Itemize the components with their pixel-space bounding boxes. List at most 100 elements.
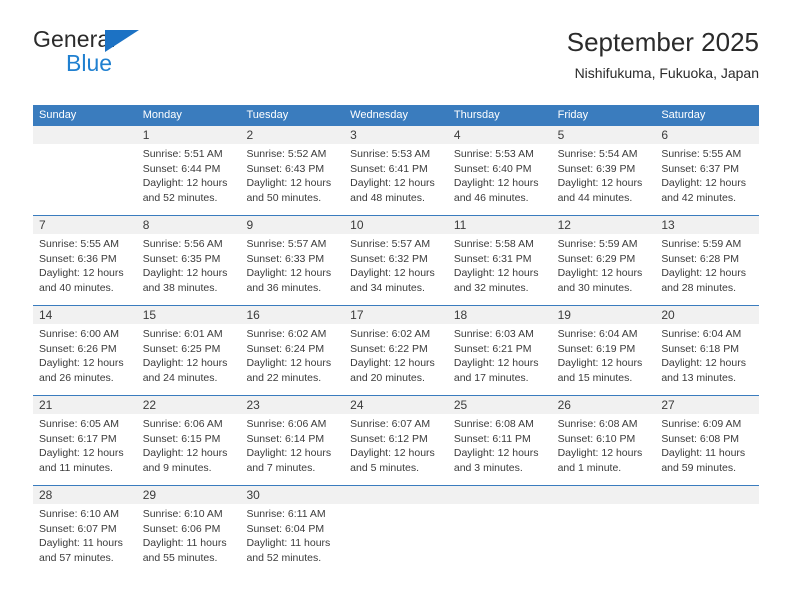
day-cell[interactable]: Sunrise: 6:03 AM Sunset: 6:21 PM Daylight:… <box>448 324 552 395</box>
day-number[interactable]: 20 <box>655 306 759 324</box>
week-detail-band: Sunrise: 6:00 AM Sunset: 6:26 PM Daylight:… <box>33 324 759 395</box>
sunset-text: Sunset: 6:32 PM <box>350 252 428 265</box>
logo-text-general: General <box>33 26 116 52</box>
general-blue-logo[interactable]: General Blue <box>33 26 253 88</box>
day-cell[interactable]: Sunrise: 5:53 AM Sunset: 6:41 PM Daylight:… <box>344 144 448 215</box>
day-number[interactable]: 29 <box>137 486 241 504</box>
day-number[interactable]: 12 <box>552 216 656 234</box>
day-number[interactable]: 1 <box>137 126 241 144</box>
weekday-header-monday: Monday <box>142 109 182 121</box>
day-cell[interactable]: Sunrise: 6:00 AM Sunset: 6:26 PM Daylight:… <box>33 324 137 395</box>
day-number[interactable]: 16 <box>240 306 344 324</box>
day-cell[interactable]: Sunrise: 5:52 AM Sunset: 6:43 PM Daylight:… <box>240 144 344 215</box>
calendar-week-row: 21 22 23 24 25 26 27 Sunrise: 6:05 AM Sunset: 6:… <box>33 395 759 485</box>
day-cell[interactable]: Sunrise: 6:11 AM Sunset: 6:04 PM Daylight:… <box>240 504 344 578</box>
daylight-text: Daylight: 11 hours <box>661 447 746 460</box>
daylight-text-cont: and 38 minutes. <box>142 281 218 294</box>
day-number[interactable]: 10 <box>344 216 448 234</box>
day-number[interactable]: 7 <box>33 216 137 234</box>
day-cell[interactable]: Sunrise: 5:58 AM Sunset: 6:31 PM Daylight:… <box>448 234 552 305</box>
day-cell[interactable]: Sunrise: 5:59 AM Sunset: 6:29 PM Daylight:… <box>552 234 656 305</box>
day-number[interactable]: 3 <box>344 126 448 144</box>
day-number-empty <box>448 486 552 504</box>
daylight-text-cont: and 52 minutes. <box>246 551 322 564</box>
day-cell[interactable]: Sunrise: 5:55 AM Sunset: 6:37 PM Daylight:… <box>655 144 759 215</box>
day-cell[interactable]: Sunrise: 6:01 AM Sunset: 6:25 PM Daylight:… <box>137 324 241 395</box>
day-cell[interactable]: Sunrise: 5:53 AM Sunset: 6:40 PM Daylight:… <box>448 144 552 215</box>
day-cell[interactable]: Sunrise: 6:08 AM Sunset: 6:11 PM Daylight:… <box>448 414 552 485</box>
daylight-text: Daylight: 12 hours <box>350 177 435 190</box>
day-number[interactable]: 11 <box>448 216 552 234</box>
sunrise-text: Sunrise: 6:04 AM <box>557 328 638 340</box>
day-cell[interactable]: Sunrise: 6:08 AM Sunset: 6:10 PM Daylight:… <box>552 414 656 485</box>
weekday-header-saturday: Saturday <box>661 109 706 121</box>
day-cell[interactable]: Sunrise: 5:57 AM Sunset: 6:33 PM Daylight:… <box>240 234 344 305</box>
day-number[interactable]: 5 <box>552 126 656 144</box>
day-number[interactable]: 14 <box>33 306 137 324</box>
day-cell[interactable]: Sunrise: 5:56 AM Sunset: 6:35 PM Daylight:… <box>137 234 241 305</box>
day-number[interactable]: 21 <box>33 396 137 414</box>
day-cell[interactable]: Sunrise: 6:10 AM Sunset: 6:06 PM Daylight:… <box>137 504 241 578</box>
day-number[interactable]: 27 <box>655 396 759 414</box>
day-number[interactable]: 2 <box>240 126 344 144</box>
day-number[interactable]: 19 <box>552 306 656 324</box>
day-cell[interactable]: Sunrise: 6:04 AM Sunset: 6:18 PM Daylight:… <box>655 324 759 395</box>
day-number[interactable]: 23 <box>240 396 344 414</box>
day-cell[interactable]: Sunrise: 5:59 AM Sunset: 6:28 PM Daylight:… <box>655 234 759 305</box>
day-cell[interactable]: Sunrise: 5:57 AM Sunset: 6:32 PM Daylight:… <box>344 234 448 305</box>
day-number[interactable]: 17 <box>344 306 448 324</box>
day-cell[interactable]: Sunrise: 6:04 AM Sunset: 6:19 PM Daylight:… <box>552 324 656 395</box>
day-number[interactable]: 8 <box>137 216 241 234</box>
daylight-text-cont: and 52 minutes. <box>142 191 218 204</box>
sunrise-text: Sunrise: 6:08 AM <box>557 418 638 430</box>
daylight-text-cont: and 59 minutes. <box>661 461 737 474</box>
daylight-text: Daylight: 12 hours <box>246 177 332 190</box>
day-cell[interactable]: Sunrise: 6:02 AM Sunset: 6:24 PM Daylight:… <box>240 324 344 395</box>
day-number[interactable]: 25 <box>448 396 552 414</box>
sunrise-text: Sunrise: 6:10 AM <box>39 508 119 520</box>
daylight-text-cont: and 34 minutes. <box>350 281 425 294</box>
sunset-text: Sunset: 6:07 PM <box>39 522 117 535</box>
day-cell[interactable]: Sunrise: 6:05 AM Sunset: 6:17 PM Daylight:… <box>33 414 137 485</box>
sunrise-text: Sunrise: 6:07 AM <box>350 418 431 430</box>
sunset-text: Sunset: 6:26 PM <box>39 342 117 355</box>
day-number[interactable]: 18 <box>448 306 552 324</box>
sunrise-text: Sunrise: 6:01 AM <box>142 328 223 340</box>
day-number[interactable]: 28 <box>33 486 137 504</box>
day-number[interactable]: 9 <box>240 216 344 234</box>
day-number[interactable]: 15 <box>137 306 241 324</box>
day-cell[interactable]: Sunrise: 6:07 AM Sunset: 6:12 PM Daylight:… <box>344 414 448 485</box>
day-cell[interactable]: Sunrise: 5:55 AM Sunset: 6:36 PM Daylight:… <box>33 234 137 305</box>
daylight-text-cont: and 15 minutes. <box>557 371 633 384</box>
day-cell[interactable]: Sunrise: 6:02 AM Sunset: 6:22 PM Daylight:… <box>344 324 448 395</box>
day-cell[interactable]: Sunrise: 6:09 AM Sunset: 6:08 PM Daylight:… <box>655 414 759 485</box>
day-number[interactable]: 13 <box>655 216 759 234</box>
sunset-text: Sunset: 6:21 PM <box>453 342 532 355</box>
day-cell[interactable]: Sunrise: 5:54 AM Sunset: 6:39 PM Daylight:… <box>552 144 656 215</box>
day-number-empty <box>33 126 137 144</box>
day-number[interactable]: 30 <box>240 486 344 504</box>
day-number[interactable]: 6 <box>655 126 759 144</box>
weekday-header-tuesday: Tuesday <box>246 109 289 121</box>
weekday-header-thursday: Thursday <box>453 109 500 121</box>
week-date-number-band: 21 22 23 24 25 26 27 <box>33 396 759 414</box>
day-cell[interactable]: Sunrise: 6:10 AM Sunset: 6:07 PM Daylight:… <box>33 504 137 578</box>
page-header: General Blue September 2025 Nishifukuma,… <box>33 26 759 98</box>
day-cell[interactable]: Sunrise: 6:06 AM Sunset: 6:15 PM Daylight:… <box>137 414 241 485</box>
day-number[interactable]: 26 <box>552 396 656 414</box>
sunrise-text: Sunrise: 6:02 AM <box>350 328 431 340</box>
sunrise-text: Sunrise: 5:55 AM <box>39 238 119 250</box>
day-cell[interactable]: Sunrise: 5:51 AM Sunset: 6:44 PM Daylight:… <box>137 144 241 215</box>
sunrise-text: Sunrise: 6:06 AM <box>246 418 327 430</box>
sunrise-text: Sunrise: 5:54 AM <box>557 148 638 160</box>
day-number[interactable]: 22 <box>137 396 241 414</box>
day-number[interactable]: 4 <box>448 126 552 144</box>
daylight-text-cont: and 42 minutes. <box>661 191 737 204</box>
day-number[interactable]: 24 <box>344 396 448 414</box>
page-title: September 2025 <box>566 27 759 57</box>
sunrise-text: Sunrise: 6:02 AM <box>246 328 327 340</box>
daylight-text-cont: and 7 minutes. <box>246 461 316 474</box>
daylight-text-cont: and 40 minutes. <box>39 281 114 294</box>
daylight-text: Daylight: 11 hours <box>39 537 123 550</box>
day-cell[interactable]: Sunrise: 6:06 AM Sunset: 6:14 PM Daylight:… <box>240 414 344 485</box>
